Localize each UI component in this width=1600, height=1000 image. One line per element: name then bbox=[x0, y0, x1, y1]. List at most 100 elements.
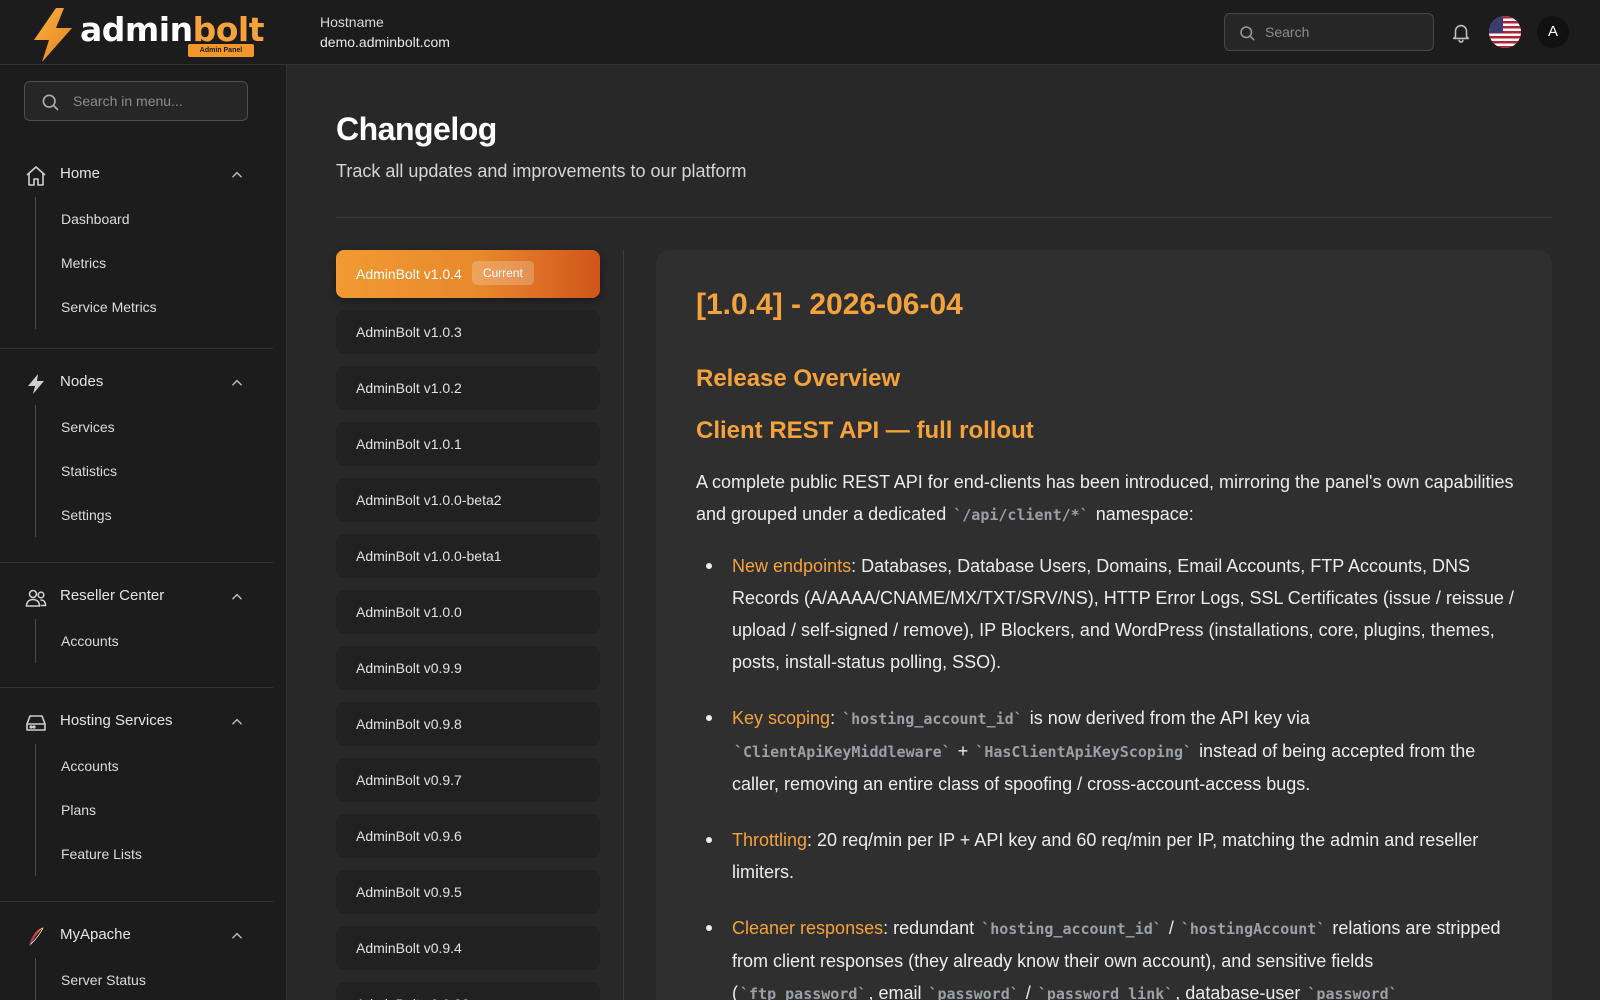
version-item[interactable]: AdminBolt v1.0.0-beta2 bbox=[336, 478, 600, 522]
sidebar-item-services[interactable]: Services bbox=[36, 405, 273, 449]
version-item[interactable]: AdminBolt v0.9.7 bbox=[336, 758, 600, 802]
hostname-value: demo.adminbolt.com bbox=[320, 34, 450, 50]
bullet-text: , database-user bbox=[1175, 983, 1301, 1000]
sidebar-item-plans[interactable]: Plans bbox=[36, 788, 273, 832]
bullet-text: : 20 req/min per IP + API key and 60 req… bbox=[732, 830, 1479, 882]
global-search-input[interactable] bbox=[1265, 14, 1425, 50]
chevron-up-icon[interactable] bbox=[230, 590, 244, 604]
list-item: New endpoints: Databases, Database Users… bbox=[696, 550, 1516, 678]
version-item[interactable]: AdminBolt v0.9.4 bbox=[336, 926, 600, 970]
inline-code: `password` bbox=[1307, 985, 1398, 1000]
page-title: Changelog bbox=[336, 111, 497, 147]
sidebar: Home Dashboard Metrics Service Metrics N… bbox=[0, 65, 287, 1000]
sidebar-sublist-hosting-services: Accounts Plans Feature Lists bbox=[35, 744, 273, 876]
version-item[interactable]: AdminBolt v1.0.3 bbox=[336, 310, 600, 354]
sidebar-group-header-nodes[interactable]: Nodes bbox=[0, 361, 273, 405]
bullet-text: is now derived from the API key via bbox=[1029, 708, 1310, 728]
sidebar-sublist-myapache: Server Status bbox=[35, 958, 273, 1000]
page-subtitle: Track all updates and improvements to ou… bbox=[336, 161, 747, 181]
menu-search-input[interactable] bbox=[73, 82, 243, 120]
inline-code: `ClientApiKeyMiddleware` bbox=[734, 743, 951, 761]
sidebar-group-nodes: Nodes Services Statistics Settings bbox=[0, 361, 273, 537]
search-icon bbox=[42, 94, 59, 111]
sidebar-item-settings[interactable]: Settings bbox=[36, 493, 273, 537]
chevron-up-icon[interactable] bbox=[230, 376, 244, 390]
global-search[interactable] bbox=[1224, 13, 1434, 51]
sidebar-group-label: MyApache bbox=[60, 926, 131, 943]
sidebar-group-header-myapache[interactable]: MyApache bbox=[0, 914, 273, 958]
sidebar-group-header-reseller-center[interactable]: Reseller Center bbox=[0, 575, 273, 619]
version-item[interactable]: AdminBolt v1.0.0 bbox=[336, 590, 600, 634]
sidebar-item-reseller-accounts[interactable]: Accounts bbox=[36, 619, 273, 663]
us-flag-language-selector-icon[interactable] bbox=[1489, 16, 1521, 48]
adminbolt-logo[interactable]: adminbolt Admin Panel bbox=[30, 6, 264, 62]
hostname-label: Hostname bbox=[320, 14, 384, 30]
version-item[interactable]: AdminBolt v1.0.1 bbox=[336, 422, 600, 466]
sidebar-group-header-home[interactable]: Home bbox=[0, 153, 273, 197]
sidebar-group-reseller-center: Reseller Center Accounts bbox=[0, 575, 273, 663]
sidebar-divider bbox=[0, 901, 273, 902]
release-overview-heading: Release Overview bbox=[696, 365, 901, 392]
inline-code: `hostingAccount` bbox=[1180, 920, 1326, 938]
version-list: AdminBolt v1.0.4 Current AdminBolt v1.0.3… bbox=[336, 250, 600, 1000]
notifications-bell-icon[interactable] bbox=[1450, 20, 1472, 44]
version-item[interactable]: AdminBolt v0.9.9 bbox=[336, 646, 600, 690]
search-icon bbox=[1240, 26, 1255, 41]
inline-code: `hosting_account_id` bbox=[981, 920, 1162, 938]
intro-tail: namespace: bbox=[1095, 504, 1194, 524]
section-heading: Client REST API — full rollout bbox=[696, 417, 1034, 444]
sidebar-item-hosting-accounts[interactable]: Accounts bbox=[36, 744, 273, 788]
bullet-label: New endpoints bbox=[732, 556, 852, 576]
sidebar-sublist-home: Dashboard Metrics Service Metrics bbox=[35, 197, 273, 329]
list-item: Cleaner responses: redundant `hosting_ac… bbox=[696, 912, 1516, 1000]
version-item-active[interactable]: AdminBolt v1.0.4 Current bbox=[336, 250, 600, 298]
inline-code: `password` bbox=[928, 985, 1019, 1000]
version-item[interactable]: AdminBolt v0.9.33 bbox=[336, 982, 600, 1000]
list-item: Key scoping: `hosting_account_id` is now… bbox=[696, 702, 1516, 800]
server-icon bbox=[26, 715, 46, 731]
version-item[interactable]: AdminBolt v1.0.2 bbox=[336, 366, 600, 410]
main-content: Changelog Track all updates and improvem… bbox=[288, 65, 1600, 1000]
users-icon bbox=[25, 589, 47, 607]
sidebar-item-metrics[interactable]: Metrics bbox=[36, 241, 273, 285]
sidebar-item-service-metrics[interactable]: Service Metrics bbox=[36, 285, 273, 329]
home-icon bbox=[26, 166, 46, 186]
sidebar-item-dashboard[interactable]: Dashboard bbox=[36, 197, 273, 241]
version-item[interactable]: AdminBolt v0.9.8 bbox=[336, 702, 600, 746]
lightning-bolt-logo-icon bbox=[34, 8, 72, 62]
sidebar-item-server-status[interactable]: Server Status bbox=[36, 958, 273, 1000]
sidebar-divider bbox=[0, 687, 273, 688]
menu-search[interactable] bbox=[24, 81, 248, 121]
apache-feather-icon bbox=[29, 927, 44, 946]
sidebar-group-label: Reseller Center bbox=[60, 587, 165, 604]
top-bar: adminbolt Admin Panel Hostname demo.admi… bbox=[0, 0, 1600, 65]
version-item[interactable]: AdminBolt v0.9.6 bbox=[336, 814, 600, 858]
sidebar-item-feature-lists[interactable]: Feature Lists bbox=[36, 832, 273, 876]
version-label: AdminBolt v1.0.4 bbox=[356, 266, 462, 282]
current-badge: Current bbox=[471, 261, 534, 286]
inline-code: `HasClientApiKeyScoping` bbox=[975, 743, 1193, 761]
chevron-up-icon[interactable] bbox=[230, 929, 244, 943]
sidebar-item-statistics[interactable]: Statistics bbox=[36, 449, 273, 493]
inline-code: `ftp_password` bbox=[740, 985, 867, 1000]
sidebar-sublist-reseller-center: Accounts bbox=[35, 619, 273, 663]
bolt-icon bbox=[28, 374, 44, 394]
bullet-text: + bbox=[957, 741, 969, 761]
sidebar-group-header-hosting-services[interactable]: Hosting Services bbox=[0, 700, 273, 744]
inline-code: `/api/client/*` bbox=[953, 506, 1089, 524]
sidebar-group-label: Home bbox=[60, 165, 101, 182]
bullet-text: , email bbox=[868, 983, 922, 1000]
release-notes-panel: [1.0.4] - 2026-06-04 Release Overview Cl… bbox=[656, 250, 1552, 1000]
version-item[interactable]: AdminBolt v1.0.0-beta1 bbox=[336, 534, 600, 578]
bullet-text: / bbox=[1025, 983, 1031, 1000]
inline-code: `password_link` bbox=[1037, 985, 1174, 1000]
user-avatar[interactable]: A bbox=[1537, 16, 1569, 48]
sidebar-group-myapache: MyApache Server Status bbox=[0, 914, 273, 1000]
bullet-label: Cleaner responses bbox=[732, 918, 884, 938]
chevron-up-icon[interactable] bbox=[230, 715, 244, 729]
bullet-text: / bbox=[1168, 918, 1174, 938]
version-item[interactable]: AdminBolt v0.9.5 bbox=[336, 870, 600, 914]
list-item: Throttling: 20 req/min per IP + API key … bbox=[696, 824, 1516, 888]
chevron-up-icon[interactable] bbox=[230, 168, 244, 182]
logo-word-admin: admin bbox=[80, 10, 193, 49]
